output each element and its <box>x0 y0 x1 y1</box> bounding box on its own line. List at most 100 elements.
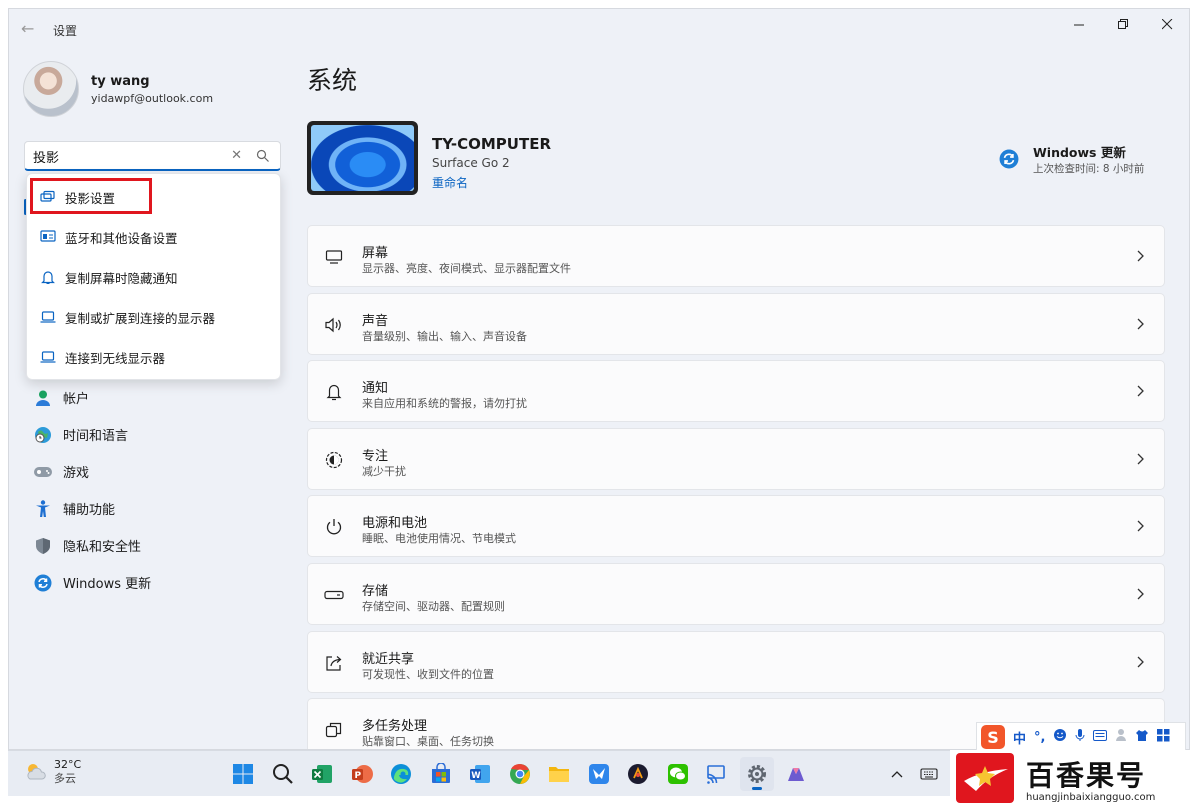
window-controls <box>1057 9 1189 41</box>
chevron-right-icon <box>1137 588 1144 600</box>
laptop-icon <box>39 308 57 326</box>
edge-icon[interactable] <box>384 757 418 791</box>
settings-icon[interactable] <box>739 757 774 791</box>
sidebar-item-accessibility[interactable]: 辅助功能 <box>9 490 293 527</box>
ime-mode-chinese[interactable]: 中 <box>1013 728 1026 747</box>
skin-icon[interactable] <box>1135 729 1149 746</box>
device-thumbnail <box>307 121 418 195</box>
card-title: 屏幕 <box>362 246 389 261</box>
card-title: 声音 <box>362 313 389 329</box>
sidebar-item-accounts[interactable]: 帐户 <box>9 379 293 416</box>
sidebar-item-label: 隐私和安全性 <box>63 540 142 555</box>
sidebar-item-label: 游戏 <box>63 466 90 481</box>
chrome-icon[interactable] <box>503 757 537 791</box>
keyboard-icon[interactable] <box>1093 729 1108 745</box>
settings-window: ← 设置 ty wang yidawpf@outlook.com ✕ <box>8 8 1190 750</box>
ime-punctuation[interactable]: °, <box>1034 730 1045 745</box>
laptop-icon <box>39 348 57 366</box>
maximize-button[interactable] <box>1101 9 1145 39</box>
search-result-item[interactable]: 蓝牙和其他设备设置 <box>27 217 280 257</box>
excel-icon[interactable] <box>305 757 339 791</box>
copilot-icon[interactable] <box>779 757 813 791</box>
card-sound[interactable]: 声音 音量级别、输出、输入、声音设备 <box>307 292 1165 355</box>
card-subtitle: 可发现性、收到文件的位置 <box>362 667 494 681</box>
update-icon <box>999 149 1019 169</box>
minimize-button[interactable] <box>1057 9 1101 39</box>
user-icon[interactable] <box>1115 728 1127 746</box>
search-input[interactable] <box>33 147 213 165</box>
card-subtitle: 减少干扰 <box>362 464 406 478</box>
sidebar-item-label: 时间和语言 <box>63 429 129 444</box>
cast-icon[interactable] <box>700 757 734 791</box>
focus-icon <box>324 450 344 470</box>
svg-text:P: P <box>354 771 361 781</box>
rename-link[interactable]: 重命名 <box>432 174 468 191</box>
nav-list: 帐户 时间和语言 游戏 辅助功能 隐私和安全性 Windows 更新 <box>9 379 293 601</box>
speaker-icon <box>324 315 344 335</box>
chevron-right-icon <box>1137 318 1144 330</box>
keyboard-icon[interactable] <box>918 765 940 783</box>
update-title: Windows 更新 <box>1033 145 1126 160</box>
card-storage[interactable]: 存储 存储空间、驱动器、配置规则 <box>307 562 1165 625</box>
wechat-icon[interactable] <box>661 757 695 791</box>
profile-email: yidawpf@outlook.com <box>91 91 214 105</box>
search-icon[interactable] <box>256 149 270 163</box>
search-result-item[interactable]: 复制屏幕时隐藏通知 <box>27 257 280 297</box>
search-result-label: 蓝牙和其他设备设置 <box>65 230 178 246</box>
chevron-up-icon[interactable] <box>886 765 908 783</box>
card-title: 通知 <box>362 381 389 397</box>
ime-logo[interactable]: S <box>981 725 1005 749</box>
powerpoint-icon[interactable]: P <box>345 757 379 791</box>
word-icon[interactable]: W <box>463 757 497 791</box>
sidebar-item-gaming[interactable]: 游戏 <box>9 453 293 490</box>
devices-icon <box>39 228 57 246</box>
store-icon[interactable] <box>424 757 458 791</box>
accessibility-icon <box>33 499 53 519</box>
start-icon[interactable] <box>226 757 260 791</box>
weather-temperature: 32°C <box>54 758 82 771</box>
bell-icon <box>324 382 344 402</box>
card-notifications[interactable]: 通知 来自应用和系统的警报，请勿打扰 <box>307 360 1165 423</box>
system-tray <box>886 765 950 783</box>
account-icon <box>33 388 53 408</box>
search-icon[interactable] <box>266 757 300 791</box>
partly-cloudy-icon <box>27 764 46 780</box>
svg-text:W: W <box>471 771 481 781</box>
emoji-icon[interactable] <box>1053 728 1067 746</box>
card-power-battery[interactable]: 电源和电池 睡眠、电池使用情况、节电模式 <box>307 495 1165 558</box>
user-profile[interactable]: ty wang yidawpf@outlook.com <box>23 61 213 117</box>
media-icon[interactable] <box>621 757 655 791</box>
chevron-right-icon <box>1137 453 1144 465</box>
explorer-icon[interactable] <box>542 757 576 791</box>
search-result-item[interactable]: 连接到无线显示器 <box>27 337 280 377</box>
device-model: Surface Go 2 <box>432 156 510 170</box>
device-name: TY-COMPUTER <box>432 135 552 153</box>
sidebar-item-time-language[interactable]: 时间和语言 <box>9 416 293 453</box>
clear-icon[interactable]: ✕ <box>231 148 242 163</box>
search-result-item[interactable]: 复制或扩展到连接的显示器 <box>27 297 280 337</box>
card-subtitle: 存储空间、驱动器、配置规则 <box>362 599 505 613</box>
microphone-icon[interactable] <box>1075 728 1085 746</box>
search-result-label: 复制屏幕时隐藏通知 <box>65 270 178 286</box>
sidebar-item-privacy[interactable]: 隐私和安全性 <box>9 527 293 564</box>
windows-update-status[interactable]: Windows 更新 上次检查时间: 8 小时前 <box>999 141 1159 181</box>
grid-icon[interactable] <box>1157 728 1170 746</box>
sidebar: ty wang yidawpf@outlook.com ✕ 投影设置 <box>9 49 293 749</box>
card-focus[interactable]: 专注 减少干扰 <box>307 427 1165 490</box>
weather-description: 多云 <box>54 772 76 785</box>
card-display[interactable]: 屏幕 显示器、亮度、夜间模式、显示器配置文件 <box>307 225 1165 287</box>
card-title: 电源和电池 <box>362 516 428 532</box>
search-result-label: 复制或扩展到连接的显示器 <box>65 310 216 326</box>
close-button[interactable] <box>1145 9 1189 39</box>
search-result-item[interactable]: 投影设置 <box>27 177 280 217</box>
storage-icon <box>324 585 344 605</box>
card-nearby-sharing[interactable]: 就近共享 可发现性、收到文件的位置 <box>307 630 1165 693</box>
watermark-text: 百香果号 <box>1026 759 1147 792</box>
feishu-icon[interactable] <box>582 757 616 791</box>
sidebar-item-windows-update[interactable]: Windows 更新 <box>9 564 293 601</box>
watermark: 百香果号 huangjinbaixiangguo.com <box>950 750 1200 809</box>
card-title: 专注 <box>362 448 389 464</box>
back-arrow-icon[interactable]: ← <box>21 21 41 37</box>
weather-widget[interactable]: 32°C 多云 <box>24 758 81 786</box>
minimize-icon <box>1073 24 1084 25</box>
